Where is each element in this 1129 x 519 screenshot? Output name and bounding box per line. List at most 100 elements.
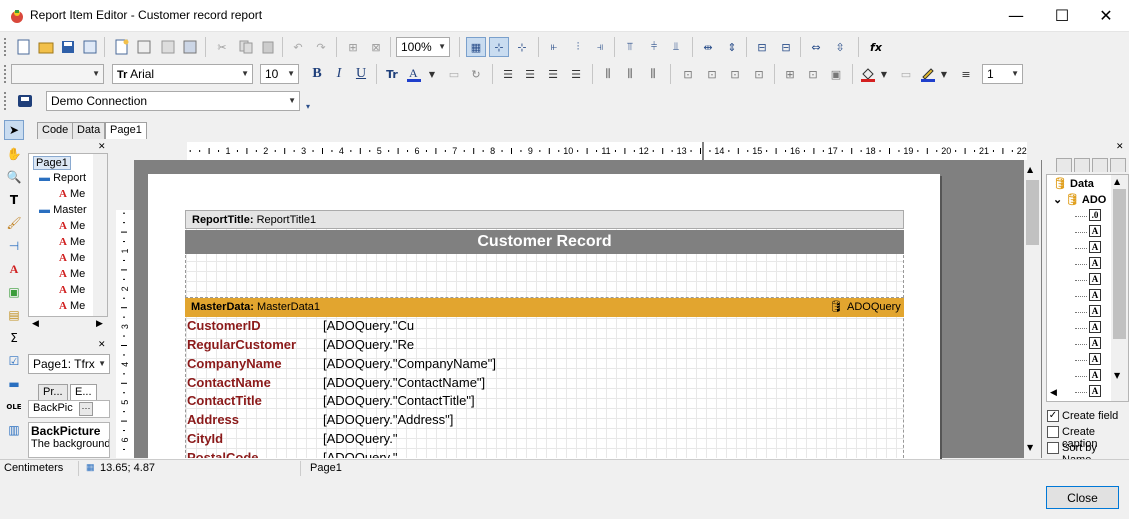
align-right-edges-icon[interactable]: ⫣ — [590, 37, 610, 57]
toolbar-grip[interactable] — [4, 38, 7, 56]
connection-combo[interactable]: Demo Connection ▼ — [46, 91, 300, 111]
toolbar-overflow-icon[interactable]: ▾ — [302, 96, 314, 116]
font-name-combo[interactable]: Tr Arial ▼ — [112, 64, 253, 84]
fit-grid-icon[interactable]: ⊹ — [512, 37, 532, 57]
tree-item[interactable]: A Me — [59, 300, 85, 312]
delete-page-icon[interactable] — [158, 37, 178, 57]
minimize-button[interactable]: — — [993, 0, 1039, 31]
tab-classes[interactable] — [1110, 158, 1126, 172]
align-text-right-icon[interactable]: ☰ — [543, 64, 563, 84]
highlight-icon[interactable]: ▭ — [444, 64, 464, 84]
tree-item[interactable]: A Me — [59, 220, 85, 232]
close-icon[interactable]: ✕ — [98, 340, 106, 350]
new-report-icon[interactable] — [14, 37, 34, 57]
create-caption-checkbox[interactable] — [1047, 426, 1059, 438]
tree-root[interactable]: Page1 — [33, 156, 71, 170]
center-vertically-icon[interactable]: ⊟ — [776, 37, 796, 57]
data-field-item[interactable]: A — [1075, 241, 1105, 255]
fill-color-icon[interactable] — [858, 64, 878, 84]
new-page-icon[interactable] — [112, 37, 132, 57]
field-label[interactable]: Address — [187, 412, 239, 427]
subreport-icon[interactable]: ▤ — [4, 305, 24, 325]
align-text-center-icon[interactable]: ☰ — [520, 64, 540, 84]
field-value[interactable]: [ADOQuery." — [323, 431, 397, 446]
data-tree-hscroll[interactable]: ◀ — [1046, 388, 1116, 400]
tab-page1[interactable]: Page1 — [105, 122, 147, 139]
align-left-edges-icon[interactable]: ⫦ — [544, 37, 564, 57]
scroll-thumb[interactable] — [1026, 180, 1039, 245]
underline-button[interactable]: U — [351, 64, 371, 84]
valign-center-icon[interactable]: ⫼ — [620, 64, 640, 84]
tree-item[interactable]: ▬ Master — [39, 204, 87, 216]
font-size-combo[interactable]: 10 ▼ — [260, 64, 299, 84]
align-vertical-centers-icon[interactable]: ⫩ — [644, 37, 664, 57]
close-icon[interactable]: ✕ — [98, 142, 106, 152]
font-color-icon[interactable]: A — [404, 64, 424, 84]
chevron-down-icon[interactable]: ▼ — [426, 64, 438, 84]
field-value[interactable]: [ADOQuery."ContactName"] — [323, 375, 485, 390]
justify-text-icon[interactable]: ☰ — [566, 64, 586, 84]
font-settings-icon[interactable]: Tr — [382, 64, 402, 84]
fill-editor-icon[interactable]: ▭ — [896, 64, 916, 84]
design-vscrollbar[interactable]: ▲ ▼ — [1024, 160, 1041, 458]
cut-icon[interactable]: ✂ — [212, 37, 232, 57]
bold-button[interactable]: B — [307, 64, 327, 84]
tree-item[interactable]: A Me — [59, 252, 85, 264]
paste-icon[interactable] — [258, 37, 278, 57]
database-icon[interactable] — [15, 91, 35, 111]
field-value[interactable]: [ADOQuery."ContactTitle"] — [323, 393, 475, 408]
checkbox-object-icon[interactable]: ☑ — [4, 351, 24, 371]
data-tree-scrollbar[interactable]: ▲ ▼ — [1111, 175, 1128, 401]
sum-icon[interactable]: Σ — [4, 328, 24, 348]
data-field-item[interactable]: A — [1075, 273, 1105, 287]
object-selector-combo[interactable]: Page1: Tfrx ▼ — [28, 354, 110, 374]
copy-icon[interactable] — [236, 37, 256, 57]
field-value[interactable]: [ADOQuery."Cu — [323, 318, 414, 333]
scroll-thumb[interactable] — [1113, 189, 1126, 339]
preview-icon[interactable] — [80, 37, 100, 57]
align-top-edges-icon[interactable]: ⫪ — [620, 37, 640, 57]
field-label[interactable]: ContactTitle — [187, 393, 262, 408]
frame-left-icon[interactable]: ⊡ — [725, 64, 745, 84]
frame-width-combo[interactable]: 1 ▼ — [982, 64, 1023, 84]
frame-all-icon[interactable]: ⊞ — [780, 64, 800, 84]
tree-scrollbar[interactable] — [93, 154, 107, 316]
data-root[interactable]: 🛢 Data — [1053, 177, 1094, 190]
field-value[interactable]: [ADOQuery."Re — [323, 337, 414, 352]
tab-data[interactable]: Data — [72, 122, 106, 139]
maximize-button[interactable]: ☐ — [1039, 0, 1085, 31]
close-button[interactable]: Close — [1046, 486, 1119, 509]
expression-fx-icon[interactable]: fx — [866, 37, 886, 57]
frame-style-icon[interactable]: ≡ — [956, 64, 976, 84]
frame-top-icon[interactable]: ⊡ — [678, 64, 698, 84]
tab-data-tree[interactable] — [1056, 158, 1072, 172]
field-label[interactable]: ContactName — [187, 375, 271, 390]
data-field-item[interactable]: A — [1075, 225, 1105, 239]
align-horizontal-centers-icon[interactable]: ⫶ — [568, 37, 588, 57]
close-icon[interactable]: ✕ — [1116, 142, 1124, 152]
field-value[interactable]: [ADOQuery." — [323, 450, 397, 458]
create-field-checkbox[interactable]: ✓ — [1047, 410, 1059, 422]
data-field-item[interactable]: A — [1075, 321, 1105, 335]
tree-item[interactable]: A Me — [59, 268, 85, 280]
redo-icon[interactable]: ↷ — [311, 37, 331, 57]
tree-item[interactable]: ▬ Report — [39, 172, 86, 184]
ungroup-icon[interactable]: ⊠ — [366, 37, 386, 57]
property-row[interactable]: BackPic ··· — [28, 400, 110, 418]
master-data-band-header[interactable]: MasterData: MasterData1 🛢 ADOQuery — [185, 298, 904, 317]
close-window-button[interactable]: ✕ — [1083, 0, 1129, 31]
tab-code[interactable]: Code — [37, 122, 74, 139]
chevron-down-icon[interactable]: ▼ — [878, 64, 890, 84]
frame-right-icon[interactable]: ⊡ — [749, 64, 769, 84]
same-height-icon[interactable]: ⇳ — [830, 37, 850, 57]
frame-bottom-icon[interactable]: ⊡ — [702, 64, 722, 84]
open-icon[interactable] — [36, 37, 56, 57]
tree-item[interactable]: A Me — [59, 236, 85, 248]
report-title-band-header[interactable]: ReportTitle: ReportTitle1 — [185, 210, 904, 229]
zoom-tool-icon[interactable]: 🔍 — [4, 167, 24, 187]
zoom-combo[interactable]: 100% ▼ — [396, 37, 450, 57]
master-data-band[interactable] — [185, 298, 904, 458]
select-tool-icon[interactable]: ➤ — [4, 120, 24, 140]
text-object-icon[interactable]: A — [4, 259, 24, 279]
tree-item[interactable]: A Me — [59, 188, 85, 200]
